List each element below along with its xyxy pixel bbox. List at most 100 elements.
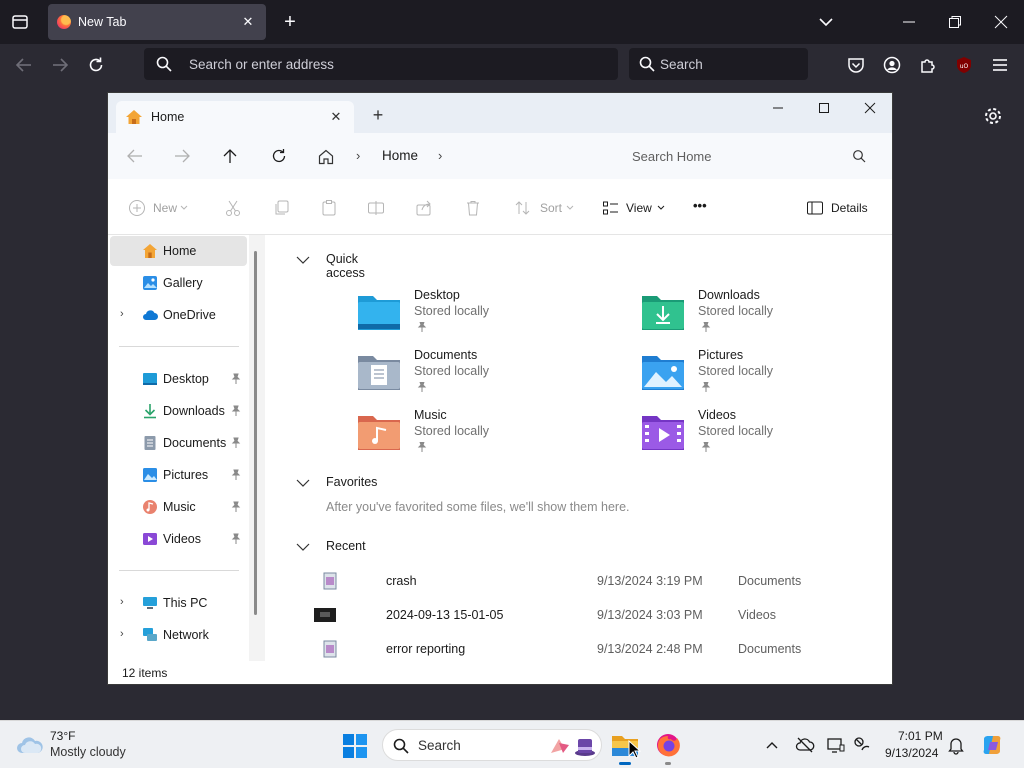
network-tray-icon[interactable] (852, 735, 872, 755)
close-tab-button[interactable]: ✕ (326, 107, 346, 127)
paste-button[interactable] (320, 197, 338, 219)
pin-icon[interactable] (230, 373, 242, 385)
extensions-button[interactable] (915, 52, 941, 78)
restore-button[interactable] (932, 0, 978, 44)
details-pane-icon (807, 201, 823, 215)
pin-icon[interactable] (230, 405, 242, 417)
sidebar-item-music[interactable]: Music (110, 492, 247, 522)
arrow-left-icon (15, 58, 31, 72)
account-button[interactable] (879, 52, 905, 78)
notifications-button[interactable] (946, 735, 966, 755)
forward-button[interactable] (47, 52, 73, 78)
trash-icon (467, 201, 479, 216)
navigation-scroll-track[interactable] (249, 235, 265, 661)
rename-button[interactable] (367, 197, 385, 219)
breadcrumb[interactable]: › Home › (312, 139, 602, 173)
pin-icon[interactable] (230, 533, 242, 545)
pin-icon (417, 442, 427, 452)
explorer-refresh-button[interactable] (268, 145, 290, 167)
view-button[interactable]: View (602, 197, 668, 219)
sidebar-item-pictures[interactable]: Pictures (110, 460, 247, 490)
share-button[interactable] (415, 197, 433, 219)
address-bar[interactable]: Search or enter address (144, 48, 618, 80)
start-button[interactable] (342, 733, 368, 759)
recent-file-row[interactable]: error reporting 9/13/2024 2:48 PM Docume… (306, 634, 866, 664)
browser-tab-new-tab[interactable]: New Tab ✕ (48, 4, 266, 40)
navigation-scrollbar[interactable] (254, 251, 257, 615)
copilot-button[interactable] (980, 733, 1004, 757)
quick-access-desktop[interactable]: Desktop Stored locally (357, 288, 597, 342)
new-button[interactable]: New (128, 197, 192, 219)
sidebar-item-videos[interactable]: Videos (110, 524, 247, 554)
list-all-tabs-button[interactable] (814, 10, 838, 34)
folder-name: Documents (414, 348, 478, 362)
back-button[interactable] (11, 52, 37, 78)
sidebar-item-onedrive[interactable]: › OneDrive (110, 300, 247, 330)
reload-button[interactable] (83, 52, 109, 78)
sort-button[interactable]: Sort (514, 197, 576, 219)
copy-button[interactable] (272, 197, 290, 219)
breadcrumb-separator[interactable]: › (438, 148, 442, 163)
quick-access-documents[interactable]: Documents Stored locally (357, 348, 597, 402)
expand-chevron-icon[interactable]: › (120, 596, 124, 608)
bell-icon (948, 738, 964, 755)
cut-button[interactable] (224, 197, 242, 219)
explorer-maximize-button[interactable] (800, 93, 846, 123)
see-more-button[interactable]: ••• (692, 197, 714, 219)
onedrive-tray-icon[interactable] (795, 735, 815, 755)
customize-new-tab-button[interactable] (982, 105, 1004, 127)
sidebar-item-gallery[interactable]: Gallery (110, 268, 247, 298)
quick-access-downloads[interactable]: Downloads Stored locally (641, 288, 881, 342)
quick-access-videos[interactable]: Videos Stored locally (641, 408, 881, 462)
pocket-icon (848, 58, 864, 73)
new-button-label: New (153, 201, 178, 215)
details-pane-button[interactable]: Details (806, 197, 872, 219)
close-icon (994, 15, 1008, 29)
firefox-view-button[interactable] (8, 10, 32, 34)
sidebar-item-desktop[interactable]: Desktop (110, 364, 247, 394)
explorer-title-bar: Home ✕ + (108, 93, 892, 133)
close-tab-button[interactable]: ✕ (236, 10, 260, 34)
sidebar-item-downloads[interactable]: Downloads (110, 396, 247, 426)
videos-icon (143, 533, 157, 545)
taskbar-search-box[interactable]: Search (382, 729, 602, 761)
display-tray-icon[interactable] (826, 735, 846, 755)
sidebar-item-home[interactable]: Home (110, 236, 247, 266)
expand-chevron-icon[interactable]: › (120, 308, 124, 320)
breadcrumb-home[interactable]: Home (382, 148, 418, 163)
explorer-up-button[interactable] (219, 145, 241, 167)
sidebar-item-this-pc[interactable]: › This PC (110, 588, 247, 618)
pictures-folder-icon (642, 356, 684, 390)
recent-file-row[interactable]: 2024-09-13 15-01-05 9/13/2024 3:03 PM Vi… (306, 600, 866, 630)
close-window-button[interactable] (978, 0, 1024, 44)
explorer-tab-home[interactable]: Home ✕ (116, 101, 354, 133)
quick-access-pictures[interactable]: Pictures Stored locally (641, 348, 881, 402)
delete-button[interactable] (464, 197, 482, 219)
explorer-back-button[interactable] (124, 145, 146, 167)
explorer-forward-button[interactable] (171, 145, 193, 167)
videos-folder-icon (642, 416, 684, 450)
sidebar-item-documents[interactable]: Documents (110, 428, 247, 458)
explorer-minimize-button[interactable] (754, 93, 800, 123)
pin-icon[interactable] (230, 437, 242, 449)
app-menu-button[interactable] (987, 52, 1013, 78)
quick-access-music[interactable]: Music Stored locally (357, 408, 597, 462)
pin-icon[interactable] (230, 469, 242, 481)
desktop-folder-icon (358, 296, 400, 330)
sidebar-item-network[interactable]: › Network (110, 620, 247, 650)
explorer-new-tab-button[interactable]: + (368, 105, 388, 125)
running-app-indicator (665, 762, 671, 765)
recent-file-row[interactable]: crash 9/13/2024 3:19 PM Documents (306, 566, 866, 596)
show-hidden-icons-button[interactable] (762, 735, 782, 755)
taskbar-firefox[interactable] (651, 728, 685, 765)
sidebar-item-label: Network (163, 628, 209, 642)
new-tab-button[interactable]: + (278, 10, 302, 34)
expand-chevron-icon[interactable]: › (120, 628, 124, 640)
pin-icon[interactable] (230, 501, 242, 513)
search-bar[interactable]: Search (629, 48, 808, 80)
explorer-close-button[interactable] (846, 93, 892, 123)
ublock-extension-button[interactable]: uO (951, 52, 977, 78)
explorer-search-input[interactable]: Search Home (612, 139, 882, 173)
minimize-button[interactable] (886, 0, 932, 44)
pocket-button[interactable] (843, 52, 869, 78)
